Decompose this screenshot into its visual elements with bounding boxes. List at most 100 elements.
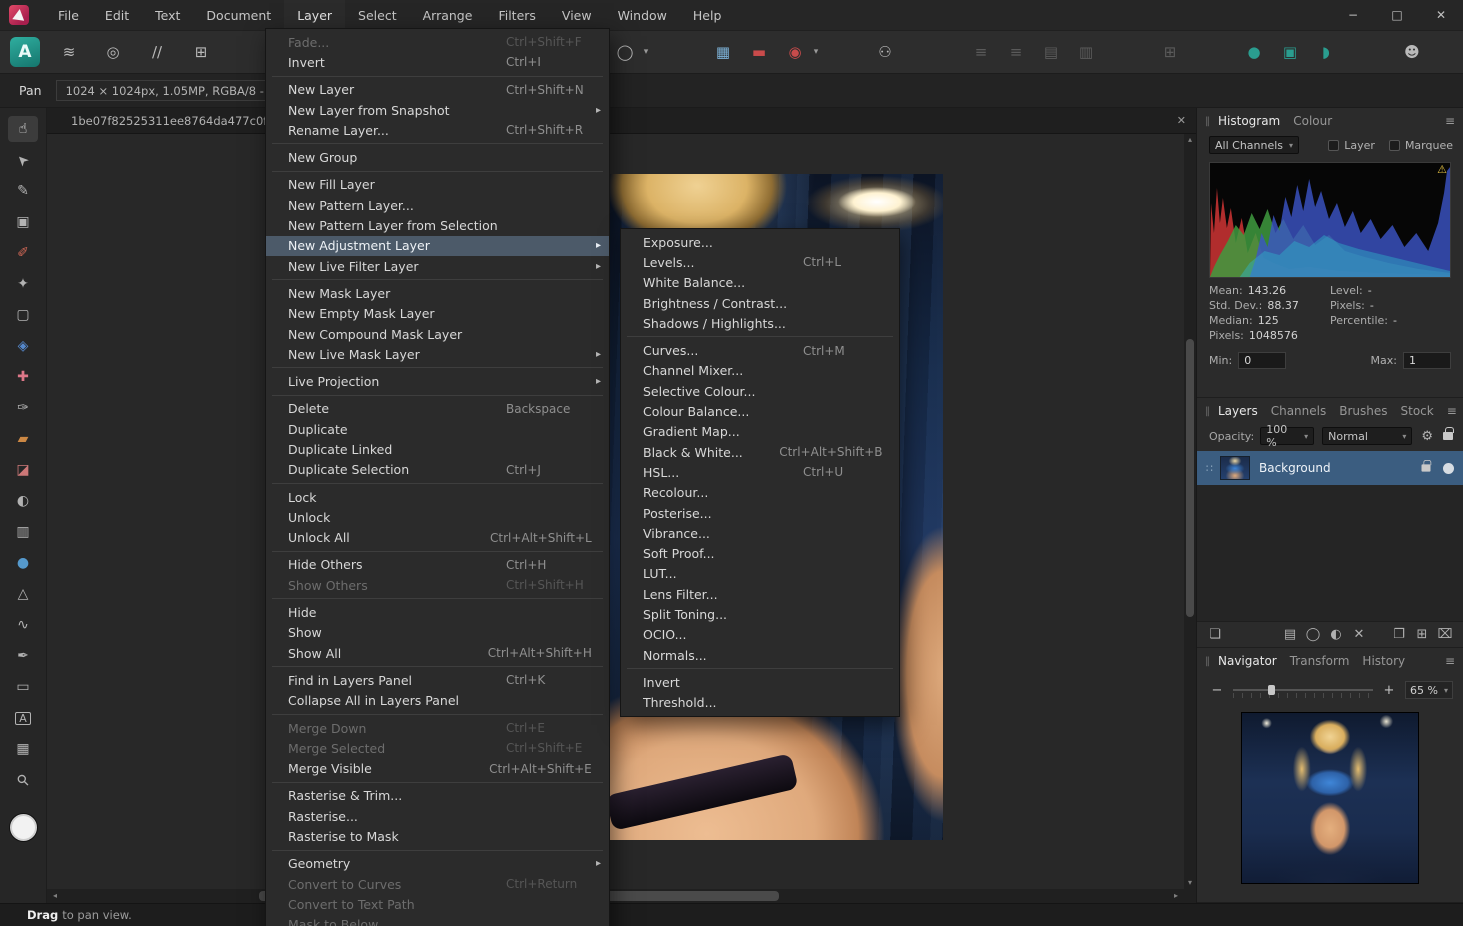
submenu-item-gradient-map[interactable]: Gradient Map...	[621, 422, 899, 442]
submenu-item-normals[interactable]: Normals...	[621, 645, 899, 665]
tab-channels[interactable]: Channels	[1271, 404, 1327, 418]
dodge-brush-tool[interactable]: ◐	[8, 488, 38, 514]
menu-item-hide[interactable]: Hide ▸	[266, 602, 609, 622]
tab-histogram[interactable]: Histogram	[1218, 114, 1280, 128]
adjustment-layer-icon[interactable]: ◐	[1327, 627, 1345, 642]
menu-item-duplicate-linked[interactable]: Duplicate Linked ▸	[266, 439, 609, 459]
menu-item-new-empty-mask-layer[interactable]: New Empty Mask Layer ▸	[266, 304, 609, 324]
quick-mask-icon[interactable]: ◉	[782, 39, 808, 65]
edit-all-layers-icon[interactable]: ❏	[1206, 627, 1224, 642]
close-tab-icon[interactable]: ✕	[1177, 114, 1186, 127]
submenu-item-colour-balance[interactable]: Colour Balance...	[621, 401, 899, 421]
menu-item-lock[interactable]: Lock ▸	[266, 487, 609, 507]
pixel-brush-tool[interactable]: ▰	[8, 426, 38, 452]
submenu-item-soft-proof[interactable]: Soft Proof...	[621, 543, 899, 563]
menu-item-hide-others[interactable]: Hide Others Ctrl+H ▸	[266, 555, 609, 575]
submenu-item-ocio[interactable]: OCIO...	[621, 625, 899, 645]
tab-colour[interactable]: Colour	[1293, 114, 1332, 128]
smudge-brush-tool[interactable]: ∿	[8, 612, 38, 638]
menu-item-unlock-all[interactable]: Unlock All Ctrl+Alt+Shift+L ▸	[266, 528, 609, 548]
menu-item-new-layer-from-snapshot[interactable]: New Layer from Snapshot ▸	[266, 100, 609, 120]
submenu-item-brightness-contrast[interactable]: Brightness / Contrast...	[621, 293, 899, 313]
submenu-item-curves[interactable]: Curves... Ctrl+M	[621, 340, 899, 360]
submenu-item-split-toning[interactable]: Split Toning...	[621, 604, 899, 624]
assistant-icon[interactable]: ⚇	[872, 39, 898, 65]
submenu-item-selective-colour[interactable]: Selective Colour...	[621, 381, 899, 401]
menu-item-collapse-all-in-layers-panel[interactable]: Collapse All in Layers Panel ▸	[266, 691, 609, 711]
sharpen-brush-tool[interactable]: △	[8, 581, 38, 607]
blur-brush-tool[interactable]: ●	[8, 550, 38, 576]
colour-swatch-icon[interactable]: ▬	[746, 39, 772, 65]
menu-item-new-compound-mask-layer[interactable]: New Compound Mask Layer ▸	[266, 324, 609, 344]
submenu-item-white-balance[interactable]: White Balance...	[621, 273, 899, 293]
erase-brush-tool[interactable]: ◪	[8, 457, 38, 483]
blend-options-icon[interactable]: ⚙	[1421, 429, 1433, 444]
submenu-item-lut[interactable]: LUT...	[621, 564, 899, 584]
tab-stock[interactable]: Stock	[1401, 404, 1434, 418]
tab-brushes[interactable]: Brushes	[1339, 404, 1387, 418]
submenu-item-recolour[interactable]: Recolour...	[621, 483, 899, 503]
minimize-button[interactable]: −	[1331, 0, 1375, 30]
tab-navigator[interactable]: Navigator	[1218, 654, 1277, 668]
zoom-slider-thumb[interactable]	[1268, 685, 1275, 695]
pixel-grid-icon[interactable]: ▦	[710, 39, 736, 65]
menu-item-duplicate-selection[interactable]: Duplicate Selection Ctrl+J ▸	[266, 460, 609, 480]
vertical-scrollbar[interactable]: ▴ ▾	[1184, 134, 1196, 889]
menubar-help[interactable]: Help	[680, 0, 735, 30]
mask-layer-icon[interactable]: ◯	[1304, 627, 1322, 642]
zoom-tool[interactable]: ⚲	[8, 767, 38, 793]
mesh-warp-tool[interactable]: ▦	[8, 736, 38, 762]
menu-item-merge-visible[interactable]: Merge Visible Ctrl+Alt+Shift+E ▸	[266, 759, 609, 779]
sync-services-icon[interactable]: ●	[1241, 39, 1267, 65]
panel-menu-icon[interactable]: ≡	[1445, 654, 1455, 668]
zoom-out-button[interactable]: −	[1209, 682, 1225, 698]
menu-item-unlock[interactable]: Unlock ▸	[266, 507, 609, 527]
panel-grip-icon[interactable]: ‖	[1205, 116, 1210, 127]
close-button[interactable]: ✕	[1419, 0, 1463, 30]
flood-select-tool[interactable]: ✦	[8, 271, 38, 297]
menu-item-new-adjustment-layer[interactable]: New Adjustment Layer ▸	[266, 236, 609, 256]
marquee-tool[interactable]: ▢	[8, 302, 38, 328]
scroll-up-icon[interactable]: ▴	[1184, 134, 1196, 146]
tab-layers[interactable]: Layers	[1218, 404, 1258, 418]
menu-item-delete[interactable]: Delete Backspace ▸	[266, 399, 609, 419]
clone-brush-tool[interactable]: ▥	[8, 519, 38, 545]
menu-item-new-live-filter-layer[interactable]: New Live Filter Layer ▸	[266, 256, 609, 276]
menu-item-find-in-layers-panel[interactable]: Find in Layers Panel Ctrl+K ▸	[266, 670, 609, 690]
tab-transform[interactable]: Transform	[1290, 654, 1350, 668]
move-tool[interactable]: ➤	[8, 147, 38, 173]
submenu-item-shadows-highlights[interactable]: Shadows / Highlights...	[621, 313, 899, 333]
submenu-item-levels[interactable]: Levels... Ctrl+L	[621, 252, 899, 272]
menu-item-rasterise[interactable]: Rasterise... ▸	[266, 806, 609, 826]
pen-tool[interactable]: ✒	[8, 643, 38, 669]
submenu-item-invert[interactable]: Invert	[621, 672, 899, 692]
layer-lock-icon[interactable]	[1422, 464, 1431, 471]
layer-visibility-toggle[interactable]	[1443, 463, 1454, 474]
help-badge-icon[interactable]: ◗	[1313, 39, 1339, 65]
colour-swatch[interactable]	[10, 814, 37, 841]
hatch-overlay-icon[interactable]: ∕∕	[144, 39, 170, 65]
view-tool[interactable]: ☝	[8, 116, 38, 142]
menubar-arrange[interactable]: Arrange	[410, 0, 486, 30]
account-icon[interactable]: ☻	[1399, 39, 1425, 65]
menu-item-rasterise-to-mask[interactable]: Rasterise to Mask ▸	[266, 826, 609, 846]
menu-item-geometry[interactable]: Geometry ▸	[266, 854, 609, 874]
menu-item-new-group[interactable]: New Group ▸	[266, 147, 609, 167]
menu-item-new-fill-layer[interactable]: New Fill Layer ▸	[266, 175, 609, 195]
selection-brush-tool[interactable]: ✐	[8, 240, 38, 266]
delete-layer-icon[interactable]: ⌧	[1436, 627, 1454, 642]
group-layers-icon[interactable]: ❐	[1390, 627, 1408, 642]
menu-item-new-pattern-layer-from-selection[interactable]: New Pattern Layer from Selection ▸	[266, 215, 609, 235]
zoom-slider[interactable]	[1233, 682, 1373, 698]
menu-item-show-all[interactable]: Show All Ctrl+Alt+Shift+H ▸	[266, 643, 609, 663]
submenu-item-posterise[interactable]: Posterise...	[621, 503, 899, 523]
submenu-item-hsl[interactable]: HSL... Ctrl+U	[621, 462, 899, 482]
menu-item-new-pattern-layer[interactable]: New Pattern Layer... ▸	[266, 195, 609, 215]
submenu-item-lens-filter[interactable]: Lens Filter...	[621, 584, 899, 604]
submenu-item-exposure[interactable]: Exposure...	[621, 232, 899, 252]
live-filter-icon[interactable]: ✕	[1350, 627, 1368, 642]
menu-item-new-live-mask-layer[interactable]: New Live Mask Layer ▸	[266, 344, 609, 364]
menubar-layer[interactable]: Layer	[284, 0, 345, 30]
menubar-file[interactable]: File	[45, 0, 92, 30]
submenu-item-threshold[interactable]: Threshold...	[621, 693, 899, 713]
